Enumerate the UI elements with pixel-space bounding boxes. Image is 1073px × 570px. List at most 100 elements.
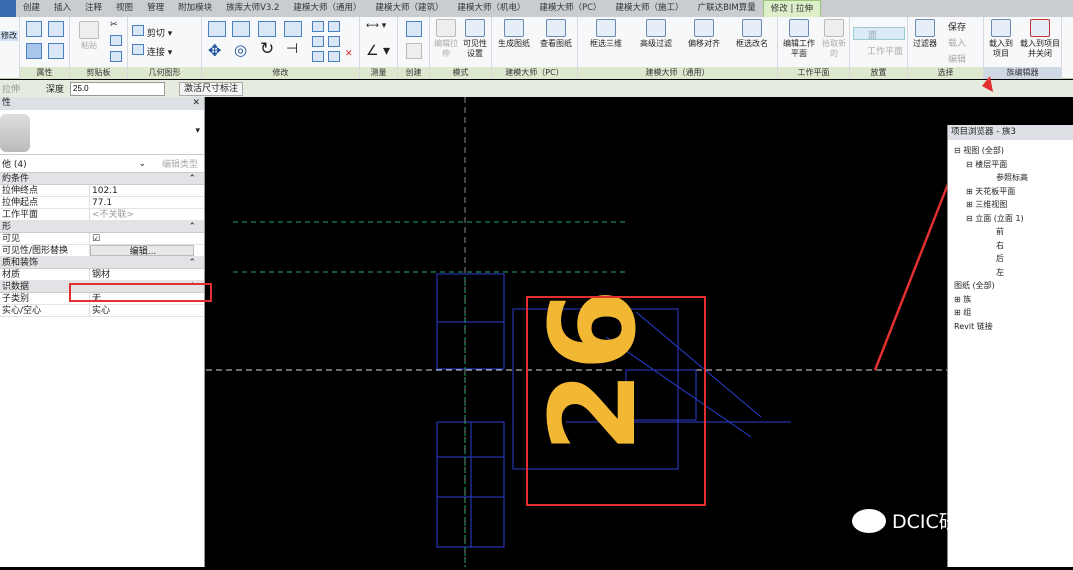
view-drawing-button[interactable]: 查看图纸 [536,19,576,49]
property-value[interactable]: <不关联> [90,209,194,220]
browser-node[interactable]: 图纸 (全部) [954,280,995,291]
place-on-workplane-button[interactable]: 工作平面 [853,44,905,57]
collapse-icon[interactable]: ⌃ [188,221,196,233]
paste-button[interactable]: 粘贴 [76,21,102,51]
filter-button[interactable]: 过滤器 [910,19,940,49]
tab-jmds-mep[interactable]: 建模大师（机电） [450,0,532,17]
scale-icon[interactable] [328,36,340,47]
properties-toggle-icon[interactable] [26,43,42,59]
instance-filter-select[interactable]: 他 (4) ⌄ 编辑类型 [0,155,204,173]
property-group-header[interactable]: 約条件 ⌃ [0,173,204,185]
expand-icon[interactable]: ⊞ [966,187,973,196]
tab-insert[interactable]: 插入 [47,0,78,17]
app-menu-button[interactable] [0,0,16,17]
create-similar-icon[interactable] [406,21,422,37]
edit-extrusion-button[interactable]: 编辑拉伸 [432,19,460,59]
box-rename-button[interactable]: 框选改名 [730,19,774,49]
tab-addins[interactable]: 附加模块 [171,0,219,17]
offset-align-button[interactable]: 偏移对齐 [682,19,726,49]
mirror-axis-icon[interactable] [258,21,276,37]
tab-modify-extrusion[interactable]: 修改 | 拉伸 [762,0,822,17]
pick-new-button[interactable]: 拾取新的 [820,19,848,59]
tab-jmds-general[interactable]: 建模大师（通用） [286,0,368,17]
family-types-icon[interactable] [48,43,64,59]
join-geometry-button[interactable]: 连接 ▾ [132,44,172,58]
collapse-icon[interactable]: ⌃ [188,173,196,185]
rotate-icon[interactable]: ↻ [260,39,274,59]
properties-icon[interactable] [26,21,42,37]
visibility-settings-button[interactable]: 可见性设置 [460,19,490,59]
browser-node[interactable]: ⊞ 组 [954,307,971,318]
save-selection-button[interactable]: 保存 [948,20,966,33]
tab-jmds-pc[interactable]: 建模大师（PC） [532,0,608,17]
load-into-project-button[interactable]: 载入到项目 [986,19,1016,59]
advanced-filter-button[interactable]: 高级过滤 [634,19,678,49]
dimension-icon[interactable]: ∠ ▾ [366,43,390,59]
collapse-icon[interactable]: ⌃ [188,257,196,269]
mirror-draw-icon[interactable] [284,21,302,37]
browser-node[interactable]: Revit 链接 [954,321,993,332]
browser-node[interactable]: ⊟ 立面 (立面 1) [966,213,1024,224]
browser-node[interactable]: 前 [996,226,1004,237]
tab-view[interactable]: 视图 [109,0,140,17]
copy-element-icon[interactable]: ◎ [234,41,247,59]
tab-create[interactable]: 创建 [16,0,47,17]
browser-node[interactable]: ⊞ 族 [954,294,971,305]
collapse-icon[interactable]: ⊟ [966,160,973,169]
cut-icon[interactable]: ✂ [110,20,118,30]
array-icon[interactable] [312,36,324,47]
split-icon[interactable] [312,21,324,32]
chevron-down-icon[interactable]: ▾ [195,126,200,136]
edit-selection-button[interactable]: 编辑 [948,52,966,65]
browser-node[interactable]: ⊞ 天花板平面 [966,186,1015,197]
property-value[interactable]: 102.1 [90,185,194,196]
tab-jmds-construction[interactable]: 建模大师（施工） [609,0,691,17]
match-properties-icon[interactable] [110,51,122,62]
tab-jmds-arch[interactable]: 建模大师（建筑） [368,0,450,17]
load-into-project-close-button[interactable]: 载入到项目并关闭 [1018,19,1062,59]
place-on-face-button[interactable]: 面 [853,27,905,41]
pin-icon[interactable] [312,51,324,62]
browser-node[interactable]: 后 [996,253,1004,264]
activate-dimensions-button[interactable]: 激活尺寸标注 [179,81,244,96]
extruded-number-text[interactable]: 26 [524,289,662,453]
expand-icon[interactable]: ⊞ [966,200,973,209]
edit-workplane-button[interactable]: 编辑工作平面 [780,19,818,59]
browser-node[interactable]: 参照标高 [996,172,1028,183]
expand-icon[interactable]: ⊞ [954,295,961,304]
browser-node[interactable]: ⊞ 三维视图 [966,199,1007,210]
cut-geometry-button[interactable]: 剪切 ▾ [132,25,172,39]
generate-drawing-button[interactable]: 生成图纸 [494,19,534,49]
type-properties-icon[interactable] [48,21,64,37]
load-selection-button[interactable]: 载入 [948,36,966,49]
browser-node[interactable]: ⊟ 楼层平面 [966,159,1007,170]
modify-button[interactable]: 修改 [0,31,18,41]
depth-input[interactable] [70,81,166,96]
copy-icon[interactable] [110,35,122,46]
property-value[interactable]: 编辑... [90,245,194,257]
property-value[interactable]: 实心 [90,305,194,316]
move-icon[interactable]: ✥ [208,41,221,60]
tab-annotate[interactable]: 注释 [78,0,109,17]
property-group-header[interactable]: 形 ⌃ [0,221,204,233]
browser-node[interactable]: 左 [996,267,1004,278]
delete-icon[interactable]: ✕ [345,49,353,59]
close-icon[interactable]: ✕ [192,97,200,110]
drawing-canvas[interactable]: 26 [206,81,990,567]
collapse-icon[interactable]: ⊟ [954,146,961,155]
browser-node[interactable]: 右 [996,240,1004,251]
edit-type-button[interactable]: 编辑类型 [162,157,198,170]
trim-icon[interactable]: ⊣ [286,41,298,57]
browser-node[interactable]: ⊟ 视图 (全部) [954,145,1004,156]
tab-glodon-bim[interactable]: 广联达BIM算量 [691,0,763,17]
property-value[interactable]: 77.1 [90,197,194,208]
measure-icon[interactable]: ⟷ ▾ [366,21,386,31]
property-group-header[interactable]: 质和装饰 ⌃ [0,257,204,269]
create-group-icon[interactable] [406,43,422,59]
box-3d-button[interactable]: 框选三维 [584,19,628,49]
property-value[interactable]: ☑ [90,233,194,244]
collapse-icon[interactable]: ⊟ [966,214,973,223]
expand-icon[interactable]: ⊞ [954,308,961,317]
align-icon[interactable] [208,21,226,37]
offset-icon[interactable] [232,21,250,37]
